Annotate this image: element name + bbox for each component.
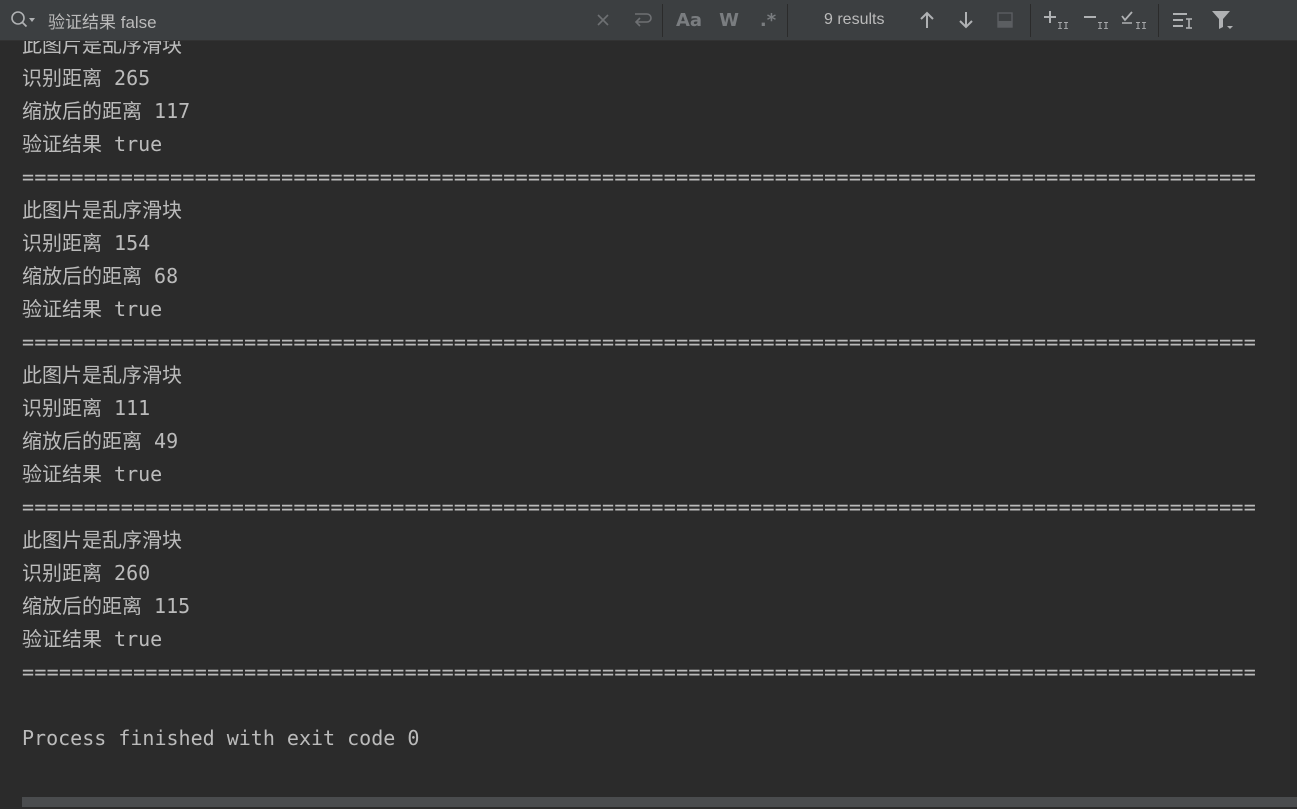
console-line: 验证结果 true [22,297,163,321]
console-line: 验证结果 true [22,627,163,651]
select-all-occurrences-icon[interactable]: II [1119,8,1149,32]
separator-line: ========================================… [22,495,1257,519]
toolbar-separator [1158,4,1159,37]
new-line-icon[interactable] [629,8,655,32]
console-line: 缩放后的距离 68 [22,264,179,288]
console-line: 识别距离 111 [22,396,151,420]
find-toolbar: Aa W .* 9 results [0,0,1297,41]
toolbar-separator [1030,4,1031,37]
match-case-button[interactable]: Aa [676,8,702,32]
remove-occurrence-icon[interactable]: II [1081,8,1111,32]
search-field [0,0,660,40]
scrollbar-thumb[interactable] [22,797,1297,807]
console-line: 验证结果 true [22,462,163,486]
console-line: 此图片是乱序滑块 [22,363,182,387]
console-line: 此图片是乱序滑块 [22,198,182,222]
open-in-window-icon[interactable] [993,8,1017,32]
filter-icon[interactable] [1208,8,1238,32]
svg-text:II: II [1097,21,1109,31]
svg-text:II: II [1057,21,1069,31]
horizontal-scrollbar[interactable] [0,795,1297,809]
separator-line: ========================================… [22,330,1257,354]
console-line: 缩放后的距离 117 [22,99,191,123]
separator-line: ========================================… [22,660,1257,684]
console-output: 此图片是乱序滑块 识别距离 265 缩放后的距离 117 验证结果 true =… [0,41,1297,795]
svg-text:II: II [1135,21,1147,31]
whole-words-button[interactable]: W [716,8,742,32]
search-input[interactable] [40,7,588,33]
console-line: 此图片是乱序滑块 [22,41,182,57]
console-line: 缩放后的距离 115 [22,594,191,618]
separator-line: ========================================… [22,165,1257,189]
filter-search-results-icon[interactable] [1170,8,1196,32]
toolbar-separator [787,4,788,37]
console-line: 识别距离 265 [22,66,151,90]
results-count: 9 results [824,11,885,28]
console-line: 验证结果 true [22,132,163,156]
console-line: 识别距离 154 [22,231,151,255]
process-exit-message: Process finished with exit code 0 [22,726,420,750]
console-line: 缩放后的距离 49 [22,429,179,453]
console-window: Aa W .* 9 results [0,0,1297,809]
console-line: 此图片是乱序滑块 [22,528,182,552]
clear-search-icon[interactable] [592,8,614,32]
previous-occurrence-icon[interactable] [915,8,939,32]
toolbar-separator [662,4,663,37]
next-occurrence-icon[interactable] [954,8,978,32]
search-history-icon[interactable] [10,9,36,31]
console-line: 识别距离 260 [22,561,151,585]
regex-button[interactable]: .* [755,8,781,32]
add-occurrence-icon[interactable]: II [1041,8,1071,32]
